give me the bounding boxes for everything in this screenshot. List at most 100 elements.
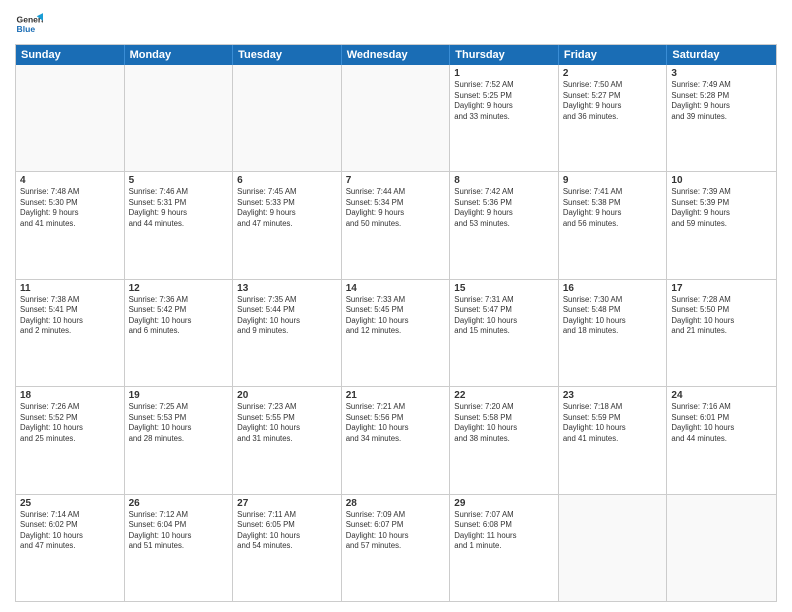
day-info: Sunrise: 7:14 AMSunset: 6:02 PMDaylight:… bbox=[20, 510, 120, 552]
calendar-cell: 16Sunrise: 7:30 AMSunset: 5:48 PMDayligh… bbox=[559, 280, 668, 386]
day-number: 2 bbox=[563, 68, 663, 79]
calendar-cell: 27Sunrise: 7:11 AMSunset: 6:05 PMDayligh… bbox=[233, 495, 342, 601]
day-info: Sunrise: 7:21 AMSunset: 5:56 PMDaylight:… bbox=[346, 402, 446, 444]
day-number: 26 bbox=[129, 498, 229, 509]
page: General Blue SundayMondayTuesdayWednesda… bbox=[0, 0, 792, 612]
calendar-cell: 13Sunrise: 7:35 AMSunset: 5:44 PMDayligh… bbox=[233, 280, 342, 386]
calendar-row: 4Sunrise: 7:48 AMSunset: 5:30 PMDaylight… bbox=[16, 172, 776, 279]
day-number: 11 bbox=[20, 283, 120, 294]
day-info: Sunrise: 7:25 AMSunset: 5:53 PMDaylight:… bbox=[129, 402, 229, 444]
day-info: Sunrise: 7:41 AMSunset: 5:38 PMDaylight:… bbox=[563, 187, 663, 229]
calendar-cell: 2Sunrise: 7:50 AMSunset: 5:27 PMDaylight… bbox=[559, 65, 668, 171]
day-number: 21 bbox=[346, 390, 446, 401]
weekday-header: Friday bbox=[559, 45, 668, 65]
header: General Blue bbox=[15, 10, 777, 38]
day-info: Sunrise: 7:50 AMSunset: 5:27 PMDaylight:… bbox=[563, 80, 663, 122]
calendar-cell: 6Sunrise: 7:45 AMSunset: 5:33 PMDaylight… bbox=[233, 172, 342, 278]
day-info: Sunrise: 7:36 AMSunset: 5:42 PMDaylight:… bbox=[129, 295, 229, 337]
weekday-header: Monday bbox=[125, 45, 234, 65]
day-info: Sunrise: 7:23 AMSunset: 5:55 PMDaylight:… bbox=[237, 402, 337, 444]
day-info: Sunrise: 7:38 AMSunset: 5:41 PMDaylight:… bbox=[20, 295, 120, 337]
calendar-cell: 17Sunrise: 7:28 AMSunset: 5:50 PMDayligh… bbox=[667, 280, 776, 386]
day-number: 5 bbox=[129, 175, 229, 186]
calendar-cell: 4Sunrise: 7:48 AMSunset: 5:30 PMDaylight… bbox=[16, 172, 125, 278]
day-number: 29 bbox=[454, 498, 554, 509]
day-number: 24 bbox=[671, 390, 772, 401]
day-number: 27 bbox=[237, 498, 337, 509]
day-number: 25 bbox=[20, 498, 120, 509]
calendar-cell: 29Sunrise: 7:07 AMSunset: 6:08 PMDayligh… bbox=[450, 495, 559, 601]
calendar-cell: 20Sunrise: 7:23 AMSunset: 5:55 PMDayligh… bbox=[233, 387, 342, 493]
day-info: Sunrise: 7:33 AMSunset: 5:45 PMDaylight:… bbox=[346, 295, 446, 337]
calendar-cell: 21Sunrise: 7:21 AMSunset: 5:56 PMDayligh… bbox=[342, 387, 451, 493]
day-info: Sunrise: 7:42 AMSunset: 5:36 PMDaylight:… bbox=[454, 187, 554, 229]
calendar-cell: 25Sunrise: 7:14 AMSunset: 6:02 PMDayligh… bbox=[16, 495, 125, 601]
calendar-cell: 11Sunrise: 7:38 AMSunset: 5:41 PMDayligh… bbox=[16, 280, 125, 386]
calendar-cell: 24Sunrise: 7:16 AMSunset: 6:01 PMDayligh… bbox=[667, 387, 776, 493]
day-info: Sunrise: 7:20 AMSunset: 5:58 PMDaylight:… bbox=[454, 402, 554, 444]
day-number: 23 bbox=[563, 390, 663, 401]
day-info: Sunrise: 7:35 AMSunset: 5:44 PMDaylight:… bbox=[237, 295, 337, 337]
day-number: 17 bbox=[671, 283, 772, 294]
calendar-row: 1Sunrise: 7:52 AMSunset: 5:25 PMDaylight… bbox=[16, 65, 776, 172]
calendar-cell: 14Sunrise: 7:33 AMSunset: 5:45 PMDayligh… bbox=[342, 280, 451, 386]
day-number: 3 bbox=[671, 68, 772, 79]
day-number: 9 bbox=[563, 175, 663, 186]
day-info: Sunrise: 7:11 AMSunset: 6:05 PMDaylight:… bbox=[237, 510, 337, 552]
calendar-cell: 3Sunrise: 7:49 AMSunset: 5:28 PMDaylight… bbox=[667, 65, 776, 171]
calendar-row: 11Sunrise: 7:38 AMSunset: 5:41 PMDayligh… bbox=[16, 280, 776, 387]
calendar-cell: 26Sunrise: 7:12 AMSunset: 6:04 PMDayligh… bbox=[125, 495, 234, 601]
day-number: 7 bbox=[346, 175, 446, 186]
day-number: 4 bbox=[20, 175, 120, 186]
day-number: 22 bbox=[454, 390, 554, 401]
day-info: Sunrise: 7:18 AMSunset: 5:59 PMDaylight:… bbox=[563, 402, 663, 444]
calendar-row: 25Sunrise: 7:14 AMSunset: 6:02 PMDayligh… bbox=[16, 495, 776, 601]
day-number: 16 bbox=[563, 283, 663, 294]
calendar-cell: 19Sunrise: 7:25 AMSunset: 5:53 PMDayligh… bbox=[125, 387, 234, 493]
day-info: Sunrise: 7:12 AMSunset: 6:04 PMDaylight:… bbox=[129, 510, 229, 552]
weekday-header: Wednesday bbox=[342, 45, 451, 65]
weekday-header: Tuesday bbox=[233, 45, 342, 65]
logo-icon: General Blue bbox=[15, 10, 43, 38]
day-info: Sunrise: 7:48 AMSunset: 5:30 PMDaylight:… bbox=[20, 187, 120, 229]
calendar-cell: 1Sunrise: 7:52 AMSunset: 5:25 PMDaylight… bbox=[450, 65, 559, 171]
day-number: 19 bbox=[129, 390, 229, 401]
day-number: 18 bbox=[20, 390, 120, 401]
calendar-cell: 12Sunrise: 7:36 AMSunset: 5:42 PMDayligh… bbox=[125, 280, 234, 386]
calendar-cell bbox=[125, 65, 234, 171]
day-number: 14 bbox=[346, 283, 446, 294]
day-info: Sunrise: 7:44 AMSunset: 5:34 PMDaylight:… bbox=[346, 187, 446, 229]
day-number: 15 bbox=[454, 283, 554, 294]
calendar-cell bbox=[233, 65, 342, 171]
calendar-cell: 18Sunrise: 7:26 AMSunset: 5:52 PMDayligh… bbox=[16, 387, 125, 493]
day-info: Sunrise: 7:09 AMSunset: 6:07 PMDaylight:… bbox=[346, 510, 446, 552]
day-info: Sunrise: 7:26 AMSunset: 5:52 PMDaylight:… bbox=[20, 402, 120, 444]
calendar-cell bbox=[559, 495, 668, 601]
calendar-cell: 9Sunrise: 7:41 AMSunset: 5:38 PMDaylight… bbox=[559, 172, 668, 278]
calendar-cell bbox=[16, 65, 125, 171]
logo: General Blue bbox=[15, 10, 43, 38]
calendar-cell: 15Sunrise: 7:31 AMSunset: 5:47 PMDayligh… bbox=[450, 280, 559, 386]
day-number: 12 bbox=[129, 283, 229, 294]
calendar-cell: 28Sunrise: 7:09 AMSunset: 6:07 PMDayligh… bbox=[342, 495, 451, 601]
calendar-header: SundayMondayTuesdayWednesdayThursdayFrid… bbox=[16, 45, 776, 65]
day-info: Sunrise: 7:30 AMSunset: 5:48 PMDaylight:… bbox=[563, 295, 663, 337]
day-info: Sunrise: 7:39 AMSunset: 5:39 PMDaylight:… bbox=[671, 187, 772, 229]
day-info: Sunrise: 7:49 AMSunset: 5:28 PMDaylight:… bbox=[671, 80, 772, 122]
calendar: SundayMondayTuesdayWednesdayThursdayFrid… bbox=[15, 44, 777, 602]
day-info: Sunrise: 7:28 AMSunset: 5:50 PMDaylight:… bbox=[671, 295, 772, 337]
day-info: Sunrise: 7:45 AMSunset: 5:33 PMDaylight:… bbox=[237, 187, 337, 229]
weekday-header: Thursday bbox=[450, 45, 559, 65]
day-number: 1 bbox=[454, 68, 554, 79]
calendar-body: 1Sunrise: 7:52 AMSunset: 5:25 PMDaylight… bbox=[16, 65, 776, 601]
calendar-cell: 10Sunrise: 7:39 AMSunset: 5:39 PMDayligh… bbox=[667, 172, 776, 278]
calendar-cell: 22Sunrise: 7:20 AMSunset: 5:58 PMDayligh… bbox=[450, 387, 559, 493]
calendar-cell: 8Sunrise: 7:42 AMSunset: 5:36 PMDaylight… bbox=[450, 172, 559, 278]
day-number: 20 bbox=[237, 390, 337, 401]
day-number: 28 bbox=[346, 498, 446, 509]
day-number: 13 bbox=[237, 283, 337, 294]
day-info: Sunrise: 7:07 AMSunset: 6:08 PMDaylight:… bbox=[454, 510, 554, 552]
calendar-cell: 23Sunrise: 7:18 AMSunset: 5:59 PMDayligh… bbox=[559, 387, 668, 493]
calendar-row: 18Sunrise: 7:26 AMSunset: 5:52 PMDayligh… bbox=[16, 387, 776, 494]
weekday-header: Saturday bbox=[667, 45, 776, 65]
